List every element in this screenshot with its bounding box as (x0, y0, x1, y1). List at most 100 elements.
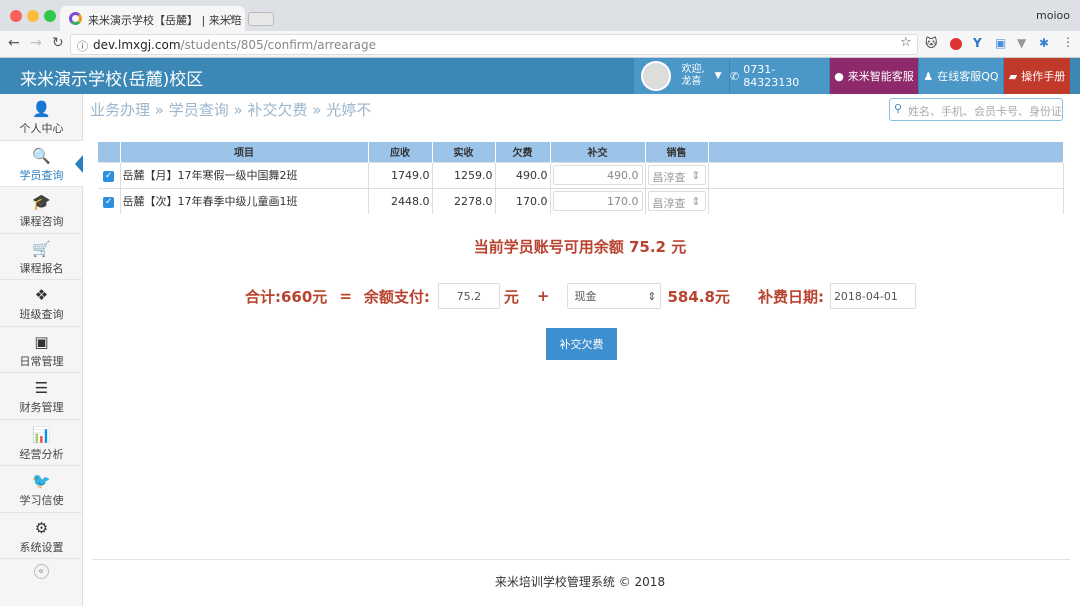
sidebar-item-course-consult[interactable]: 🎓 课程咨询 (0, 187, 83, 234)
sidebar-item-class-search[interactable]: ❖ 班级查询 (0, 280, 83, 327)
sidebar-item-messenger[interactable]: 🐦 学习信使 (0, 466, 83, 513)
brand-title[interactable]: 来米演示学校(岳麓)校区 (20, 65, 203, 90)
bookmark-star-icon[interactable]: ☆ (900, 35, 912, 50)
ai-service-button[interactable]: ● 来米智能客服 (830, 58, 918, 94)
sidebar-label: 学员查询 (19, 168, 64, 182)
sidebar-item-finance[interactable]: ☰ 财务管理 (0, 373, 83, 420)
browser-tab-bar: 来米演示学校【岳麓】 | 来米培 × moioo (0, 0, 1080, 31)
search-placeholder: 姓名、手机、会员卡号、身份证 (908, 105, 1062, 118)
maximize-window-button[interactable] (44, 10, 56, 22)
sidebar-item-analysis[interactable]: 📊 经营分析 (0, 420, 83, 466)
sales-select[interactable]: 昌淳查 ⇕ (647, 165, 706, 185)
manual-label: 操作手册 (1021, 70, 1066, 83)
balance-text: 当前学员账号可用余额 75.2 元 (473, 238, 687, 256)
bar-chart-icon: 📊 (32, 425, 51, 444)
footer-divider (92, 559, 1070, 560)
footer-text: 来米培训学校管理系统 © 2018 (494, 575, 666, 589)
extension-v-icon[interactable]: ▼ (1017, 36, 1026, 50)
book-icon: ▰ (1008, 69, 1018, 83)
extension-y-icon[interactable]: Y (973, 36, 982, 50)
breadcrumb-item[interactable]: 业务办理 (90, 101, 150, 119)
col-due: 应收 (368, 142, 433, 162)
translate-icon[interactable]: ▣ (995, 36, 1006, 50)
qq-service-label: 在线客服QQ (937, 70, 999, 83)
phone-link[interactable]: ✆ 0731-84323130 (730, 58, 829, 94)
active-indicator (75, 154, 83, 173)
sidebar-label: 财务管理 (19, 401, 64, 414)
sales-select[interactable]: 昌淳查 ⇕ (647, 191, 706, 212)
total-label: 合计:660元 (245, 287, 328, 306)
col-pay: 补交 (550, 142, 646, 162)
reload-icon[interactable]: ↻ (52, 35, 64, 51)
item-name: 岳麓【月】17年寒假一级中国舞2班 (120, 161, 369, 188)
col-paid: 实收 (432, 142, 496, 162)
qq-service-button[interactable]: ♟ 在线客服QQ (919, 58, 1003, 94)
row-checkbox[interactable]: ✓ (103, 171, 115, 182)
extension-cat-icon[interactable]: 🐱 (925, 36, 938, 50)
chat-icon: ● (834, 69, 844, 83)
breadcrumb-item[interactable]: 补交欠费 (247, 101, 307, 119)
select-arrows-icon: ⇕ (691, 169, 701, 182)
submit-arrears-button[interactable]: 补交欠费 (546, 328, 617, 360)
yuan-unit: 元 (503, 287, 519, 306)
site-logo-icon (69, 12, 82, 25)
twitter-icon: 🐦 (32, 472, 51, 490)
ai-service-label: 来米智能客服 (847, 70, 914, 83)
sidebar-item-personal[interactable]: 👤 个人中心 (0, 94, 83, 141)
breadcrumb: 业务办理 » 学员查询 » 补交欠费 » 光婷不 (90, 101, 372, 119)
adblock-icon[interactable] (950, 38, 962, 50)
sidebar-label: 系统设置 (19, 540, 64, 554)
balance-pay-input[interactable]: 75.2 (437, 283, 500, 309)
board-icon: ▣ (34, 332, 49, 351)
user-menu[interactable]: 欢迎, 龙喜 ▼ (634, 58, 729, 94)
url-input[interactable]: ⓘ dev.lmxgj.com/students/805/confirm/arr… (70, 34, 918, 55)
row-checkbox[interactable]: ✓ (103, 197, 115, 209)
date-label: 补费日期: (757, 287, 824, 306)
user-icon: 👤 (32, 100, 51, 118)
minimize-window-button[interactable] (27, 10, 39, 22)
date-input[interactable]: 2018-04-01 (829, 283, 916, 309)
new-tab-button[interactable] (248, 12, 274, 26)
due-amount: 2448.0 (368, 187, 433, 214)
paid-amount: 2278.0 (432, 187, 496, 214)
balance-pay-label: 余额支付: (363, 287, 430, 306)
select-arrows-icon: ⇕ (691, 195, 701, 209)
pay-amount-input[interactable]: 170.0 (552, 191, 643, 212)
due-amount: 1749.0 (368, 161, 433, 188)
menu-dots-icon[interactable]: ⋮ (1062, 35, 1074, 49)
sidebar-item-settings[interactable]: ⚙ 系统设置 (0, 513, 83, 559)
payment-summary: 合计:660元 = 余额支付: 75.2 元 + 现金 ⇕ 584.8元 补费日期… (245, 283, 916, 309)
col-owed: 欠费 (495, 142, 551, 162)
graduation-cap-icon: 🎓 (32, 193, 51, 211)
sales-value: 昌淳查 (652, 197, 686, 211)
sidebar: 👤 个人中心 🔍 学员查询 🎓 课程咨询 🛒 课程报名 ❖ 班级查询 ▣ 日常管理 ☰ 财务管… (0, 94, 83, 606)
search-icon: 🔍 (32, 146, 51, 165)
remaining-amount: 584.8元 (667, 287, 730, 306)
search-input[interactable]: ⚲ 姓名、手机、会员卡号、身份证 (889, 98, 1063, 121)
pay-amount-input[interactable]: 490.0 (552, 165, 643, 185)
payment-method-select[interactable]: 现金 ⇕ (567, 283, 662, 309)
extension-puzzle-icon[interactable]: ✱ (1039, 36, 1049, 50)
close-window-button[interactable] (10, 10, 22, 22)
search-icon: ⚲ (894, 102, 903, 115)
browser-tab[interactable]: 来米演示学校【岳麓】 | 来米培 × (60, 6, 245, 31)
username: 龙喜 (681, 76, 702, 87)
item-name: 岳麓【次】17年春季中级儿童画1班 (120, 187, 369, 214)
browser-user[interactable]: moioo (1036, 9, 1070, 22)
welcome-text: 欢迎, (681, 64, 705, 75)
back-icon[interactable]: ← (8, 35, 20, 51)
manual-button[interactable]: ▰ 操作手册 (1004, 58, 1070, 94)
table-row: ✓ 岳麓【月】17年寒假一级中国舞2班 1749.0 1259.0 490.0 … (98, 161, 1064, 188)
paid-amount: 1259.0 (432, 161, 496, 188)
plus-sign: + (536, 287, 550, 305)
table-header: 项目 应收 实收 欠费 补交 销售 (98, 142, 1064, 162)
forward-icon[interactable]: → (30, 35, 42, 51)
sidebar-item-daily[interactable]: ▣ 日常管理 (0, 327, 83, 373)
bars-icon: ☰ (34, 379, 49, 397)
app-header: 来米演示学校(岳麓)校区 欢迎, 龙喜 ▼ ✆ 0731-84323130 ● 来米智… (0, 58, 1080, 94)
breadcrumb-item[interactable]: 学员查询 (169, 101, 229, 119)
sidebar-item-student-search[interactable]: 🔍 学员查询 (0, 140, 83, 187)
select-arrows-icon: ⇕ (647, 289, 657, 303)
sidebar-label: 日常管理 (19, 354, 64, 368)
close-tab-icon[interactable]: × (228, 11, 237, 24)
